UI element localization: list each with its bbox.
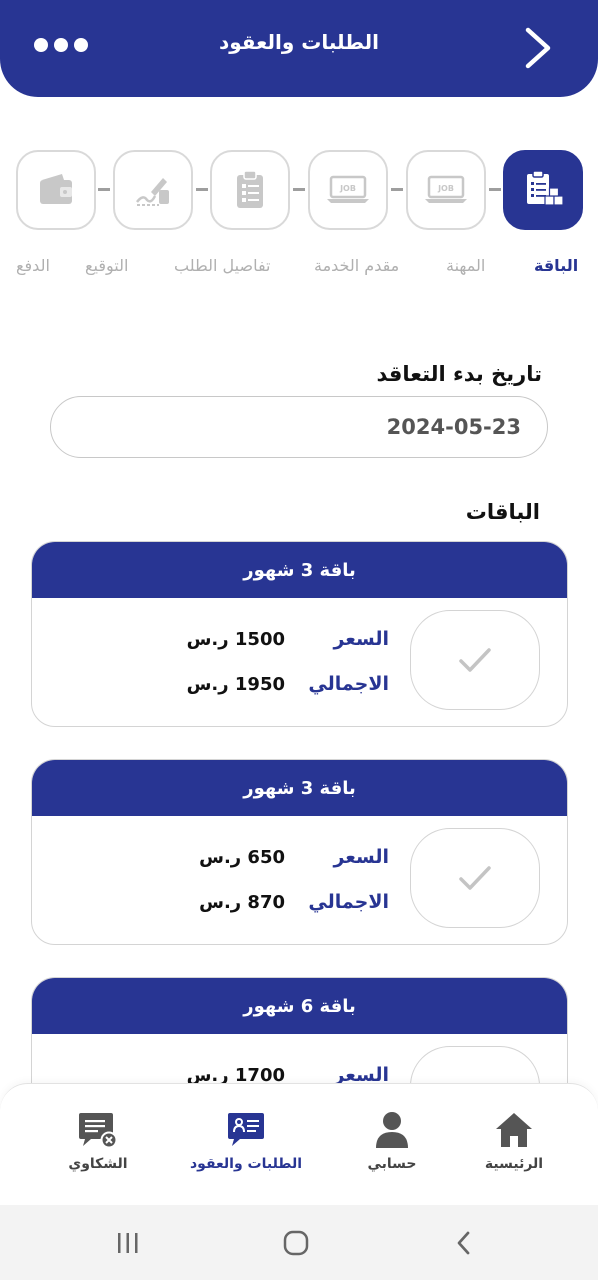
package-name: باقة 3 شهور	[32, 542, 567, 598]
orders-contracts-icon	[228, 1113, 264, 1146]
user-icon	[376, 1112, 408, 1148]
step-connector	[391, 188, 403, 191]
nav-home[interactable]: الرئيسية	[444, 1108, 584, 1188]
start-date-field[interactable]	[50, 396, 548, 458]
nav-label: الشكاوي	[68, 1156, 128, 1172]
nav-label: الرئيسية	[484, 1156, 544, 1172]
signature-hand-icon	[136, 178, 169, 206]
complaints-icon	[79, 1113, 118, 1149]
step-connector	[196, 188, 208, 191]
package-select-checkbox[interactable]	[410, 828, 540, 928]
step-label-provider[interactable]: مقدم الخدمة	[314, 256, 399, 275]
step-order-details[interactable]	[210, 150, 290, 230]
total-label: الاجمالي	[308, 891, 389, 913]
package-checklist-icon	[527, 170, 564, 206]
start-date-input[interactable]	[51, 397, 547, 457]
svg-text:JOB: JOB	[437, 184, 454, 193]
system-home-button[interactable]	[274, 1225, 318, 1261]
job-laptop-icon: JOB	[425, 175, 467, 203]
step-provider[interactable]: JOB	[308, 150, 388, 230]
step-label-payment[interactable]: الدفع	[16, 256, 50, 275]
progress-stepper: JOB JOB	[16, 150, 584, 230]
package-name: باقة 3 شهور	[32, 760, 567, 816]
back-button[interactable]	[516, 24, 560, 72]
nav-orders-contracts[interactable]: الطلبات والعقود	[176, 1108, 316, 1188]
contract-start-title: تاريخ بدء التعاقد	[376, 362, 542, 386]
packages-title: الباقات	[465, 500, 540, 524]
app-header: الطلبات والعقود	[0, 0, 598, 97]
step-label-order-details[interactable]: تفاصيل الطلب	[174, 256, 271, 275]
chevron-right-icon	[525, 27, 551, 69]
nav-account[interactable]: حسابي	[322, 1108, 462, 1188]
package-card[interactable]: باقة 3 شهور السعر 1500 ر.س الاجمالي 1950…	[31, 541, 568, 727]
package-select-checkbox[interactable]	[410, 610, 540, 710]
total-value: 870 ر.س	[199, 892, 285, 913]
step-payment[interactable]	[16, 150, 96, 230]
bottom-nav: الرئيسية حسابي الطلبات والعقود الشكاوي	[0, 1083, 598, 1205]
price-value: 1500 ر.س	[186, 629, 285, 650]
check-icon	[459, 866, 491, 890]
step-connector	[489, 188, 501, 191]
page-title: الطلبات والعقود	[218, 30, 380, 54]
nav-complaints[interactable]: الشكاوي	[28, 1108, 168, 1188]
clipboard-icon	[237, 170, 263, 208]
check-icon	[459, 648, 491, 672]
step-profession[interactable]: JOB	[406, 150, 486, 230]
price-label: السعر	[333, 628, 389, 650]
total-label: الاجمالي	[308, 673, 389, 695]
step-signature[interactable]	[113, 150, 193, 230]
step-label-signature[interactable]: التوقيع	[85, 256, 128, 275]
recents-icon	[118, 1233, 138, 1253]
system-back-icon	[457, 1231, 470, 1255]
system-back-button[interactable]	[442, 1225, 486, 1261]
job-laptop-icon: JOB	[327, 175, 369, 203]
step-label-profession[interactable]: المهنة	[446, 256, 485, 275]
price-label: السعر	[333, 846, 389, 868]
system-nav-bar	[0, 1205, 598, 1280]
stepper-labels: الدفع التوقيع تفاصيل الطلب مقدم الخدمة ا…	[10, 256, 588, 280]
system-home-icon	[283, 1230, 309, 1256]
step-label-package[interactable]: الباقة	[534, 256, 578, 275]
price-value: 650 ر.س	[199, 847, 285, 868]
step-connector	[98, 188, 110, 191]
total-value: 1950 ر.س	[186, 674, 285, 695]
step-package[interactable]	[503, 150, 583, 230]
nav-label: الطلبات والعقود	[189, 1156, 303, 1172]
home-icon	[496, 1113, 532, 1147]
package-card[interactable]: باقة 3 شهور السعر 650 ر.س الاجمالي 870 ر…	[31, 759, 568, 945]
step-connector	[293, 188, 305, 191]
wallet-icon	[40, 174, 72, 204]
package-name: باقة 6 شهور	[32, 978, 567, 1034]
recents-button[interactable]	[106, 1225, 150, 1261]
svg-text:JOB: JOB	[339, 184, 356, 193]
nav-label: حسابي	[367, 1156, 417, 1172]
